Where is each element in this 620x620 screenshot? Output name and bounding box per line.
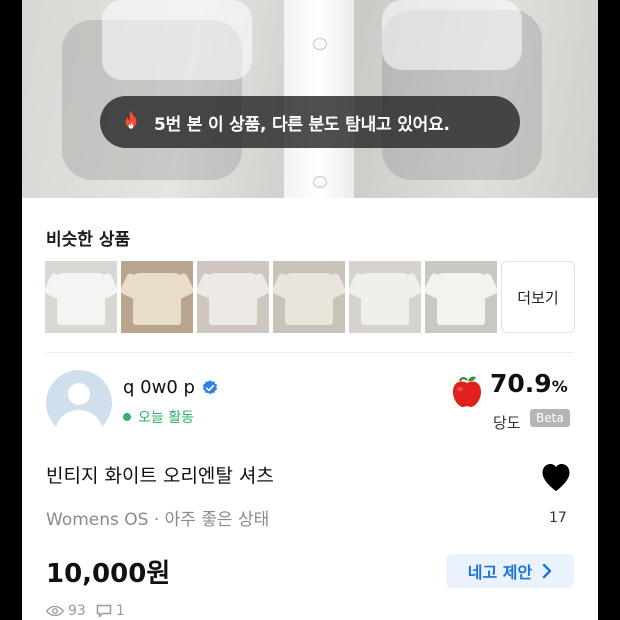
sweetness-label: 당도 bbox=[493, 414, 521, 432]
more-similar-button[interactable]: 더보기 bbox=[501, 261, 575, 333]
seller-avatar[interactable] bbox=[46, 370, 112, 436]
product-detail-screen: 5번 본 이 상품, 다른 분도 탐내고 있어요. 비슷한 상품 더보기 q 0… bbox=[22, 0, 598, 620]
seller-activity: 오늘 활동 bbox=[123, 407, 194, 427]
score-unit: % bbox=[551, 377, 568, 396]
product-price: 10,000원 bbox=[46, 559, 171, 589]
view-count: 93 bbox=[68, 603, 86, 619]
sweetness-score: 70.9% bbox=[490, 369, 568, 398]
price-offer-button[interactable]: 네고 제안 bbox=[446, 554, 574, 588]
seller-name-row[interactable]: q 0w0 p bbox=[123, 377, 219, 398]
divider bbox=[46, 352, 574, 353]
photo-fold bbox=[382, 0, 522, 70]
product-stats: 93 1 bbox=[46, 603, 125, 619]
interest-banner: 5번 본 이 상품, 다른 분도 탐내고 있어요. bbox=[100, 96, 520, 148]
fire-icon bbox=[125, 111, 137, 129]
product-subtitle: Womens OS · 아주 좋은 상태 bbox=[46, 510, 270, 530]
product-photo[interactable]: 5번 본 이 상품, 다른 분도 탐내고 있어요. bbox=[22, 0, 598, 198]
similar-product-thumbnail[interactable] bbox=[197, 261, 269, 333]
comment-count: 1 bbox=[115, 603, 125, 619]
similar-products-title: 비슷한 상품 bbox=[46, 230, 131, 250]
heart-icon[interactable] bbox=[538, 459, 574, 493]
similar-product-thumbnail[interactable] bbox=[121, 261, 193, 333]
product-title: 빈티지 화이트 오리엔탈 셔츠 bbox=[46, 465, 274, 487]
shirt-button bbox=[313, 176, 327, 188]
comment-icon bbox=[96, 604, 112, 618]
similar-product-thumbnail[interactable] bbox=[349, 261, 421, 333]
verified-badge-icon bbox=[202, 379, 218, 394]
eye-icon bbox=[46, 605, 64, 617]
score-value: 70.9 bbox=[490, 369, 552, 398]
beta-badge: Beta bbox=[530, 409, 570, 427]
like-count: 17 bbox=[549, 510, 567, 526]
banner-message: 5번 본 이 상품, 다른 분도 탐내고 있어요. bbox=[154, 114, 450, 135]
apple-icon bbox=[453, 376, 481, 407]
activity-label: 오늘 활동 bbox=[138, 410, 194, 426]
similar-product-thumbnail[interactable] bbox=[45, 261, 117, 333]
offer-label: 네고 제안 bbox=[467, 563, 533, 582]
shirt-button bbox=[313, 38, 327, 50]
similar-products-list: 더보기 bbox=[45, 261, 575, 333]
similar-product-thumbnail[interactable] bbox=[425, 261, 497, 333]
photo-fold bbox=[102, 0, 252, 80]
seller-name[interactable]: q 0w0 p bbox=[123, 377, 195, 398]
online-dot-icon bbox=[123, 413, 131, 421]
similar-product-thumbnail[interactable] bbox=[273, 261, 345, 333]
chevron-right-icon bbox=[543, 563, 552, 579]
